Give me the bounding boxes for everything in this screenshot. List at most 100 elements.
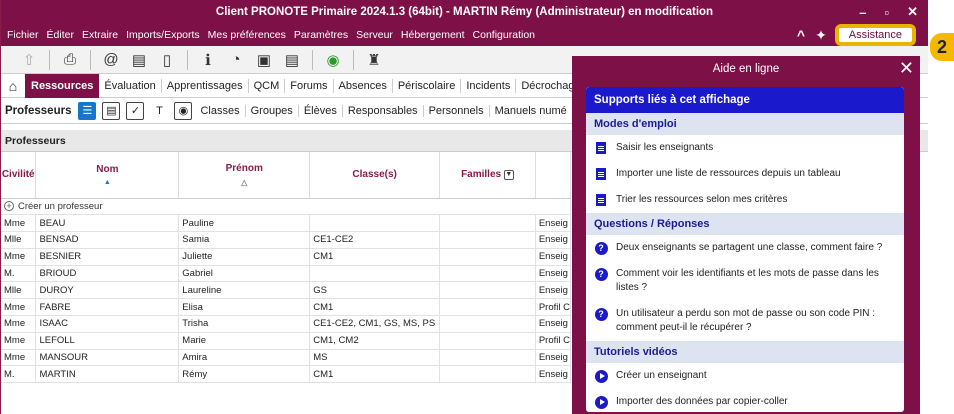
- create-teacher-label[interactable]: Créer un professeur: [18, 201, 102, 212]
- butterfly-icon[interactable]: ✦: [815, 27, 827, 44]
- tab-qcm[interactable]: QCM: [249, 78, 286, 93]
- toolbar-separator: [49, 49, 50, 70]
- menu-editer[interactable]: Éditer: [47, 29, 74, 41]
- print-icon[interactable]: ⎙: [56, 48, 84, 72]
- help-link[interactable]: Trier les ressources selon mes critères: [586, 187, 904, 213]
- cell-prenom: Amira: [178, 349, 311, 367]
- cell-nom: DUROY: [35, 281, 180, 300]
- cell-classes: CE1-CE2: [309, 231, 441, 249]
- menu-parametres[interactable]: Paramètres: [294, 29, 348, 41]
- menu-configuration[interactable]: Configuration: [473, 29, 535, 41]
- create-row[interactable]: + Créer un professeur: [1, 198, 571, 216]
- sub-tab-title[interactable]: Professeurs: [5, 105, 71, 117]
- tab-incidents[interactable]: Incidents: [461, 78, 517, 93]
- sub-link-personnels[interactable]: Personnels: [424, 104, 490, 117]
- cell-civilite: Mme: [1, 214, 37, 233]
- pie-chart-icon[interactable]: ◔: [222, 48, 250, 72]
- table-row[interactable]: Mme FABRE Elisa CM1 Profil C: [1, 298, 572, 317]
- table-row[interactable]: M. BRIOUD Gabriel Enseig: [1, 265, 572, 283]
- filter-dropdown-icon[interactable]: ▼: [503, 169, 514, 180]
- cell-prenom: Trisha: [178, 315, 311, 333]
- table-row[interactable]: Mlle BENSAD Samia CE1-CE2 Enseig: [1, 231, 572, 249]
- tab-evaluation[interactable]: Évaluation: [99, 78, 162, 93]
- cell-classes: GS: [309, 281, 441, 300]
- document-icon[interactable]: ▤: [125, 48, 153, 72]
- sub-link-manuels[interactable]: Manuels numé: [490, 104, 573, 117]
- col-classes[interactable]: Classe(s): [309, 152, 441, 199]
- menu-bar: Fichier Éditer Extraire Imports/Exports …: [1, 24, 928, 46]
- photo-icon[interactable]: ◉: [174, 101, 193, 120]
- col-nom[interactable]: Nom ▲: [35, 152, 180, 199]
- sub-link-responsables[interactable]: Responsables: [343, 104, 424, 117]
- sub-link-classes[interactable]: Classes: [195, 104, 246, 117]
- table-row[interactable]: M. MARTIN Rémy CM1 Enseig: [1, 365, 572, 384]
- table-row[interactable]: Mlle DUROY Laureline GS Enseig: [1, 281, 572, 300]
- home-icon[interactable]: ⌂: [1, 74, 25, 98]
- help-link[interactable]: Créer un enseignant: [586, 363, 904, 389]
- help-link[interactable]: Importer des données par copier-coller: [586, 389, 904, 412]
- id-card-icon[interactable]: ▤: [102, 101, 121, 120]
- tab-ressources[interactable]: Ressources: [25, 73, 100, 98]
- cell-classes: CM1: [309, 365, 441, 384]
- cell-prenom: Juliette: [178, 248, 311, 266]
- phone-icon[interactable]: ▯: [153, 48, 181, 72]
- help-link-label: Créer un enseignant: [616, 370, 707, 381]
- list-view-icon[interactable]: ☰: [78, 101, 97, 120]
- menu-hebergement[interactable]: Hébergement: [401, 29, 465, 41]
- tab-apprentissages[interactable]: Apprentissages: [162, 78, 249, 93]
- upload-icon[interactable]: ⇧: [15, 48, 43, 72]
- status-icon[interactable]: ◉: [319, 48, 347, 72]
- tools-icon[interactable]: T: [150, 102, 168, 120]
- tab-periscolaire[interactable]: Périscolaire: [393, 78, 462, 93]
- cell-civilite: Mme: [1, 298, 37, 317]
- table-row[interactable]: Mme BESNIER Juliette CM1 Enseig: [1, 248, 572, 266]
- cell-profil: Enseig: [535, 231, 572, 249]
- info-icon[interactable]: ℹ: [194, 48, 222, 72]
- plus-icon: +: [4, 200, 14, 211]
- toolbar-separator: [353, 49, 354, 70]
- help-link[interactable]: ? Un utilisateur a perdu son mot de passe…: [586, 301, 904, 341]
- chat-icon[interactable]: ▣: [250, 48, 278, 72]
- menu-fichier[interactable]: Fichier: [7, 29, 39, 41]
- table-row[interactable]: Mme MANSOUR Amira MS Enseig: [1, 349, 572, 367]
- help-link[interactable]: Importer une liste de ressources depuis …: [586, 161, 904, 187]
- minimize-button[interactable]: –: [859, 5, 866, 20]
- menu-mes-preferences[interactable]: Mes préférences: [208, 29, 286, 41]
- close-window-button[interactable]: ✕: [907, 4, 918, 20]
- table-row[interactable]: Mme LEFOLL Marie CM1, CM2 Profil C: [1, 332, 572, 350]
- cell-nom: MANSOUR: [35, 349, 180, 367]
- help-link-label: Importer une liste de ressources depuis …: [616, 168, 841, 179]
- menu-extraire[interactable]: Extraire: [82, 29, 118, 41]
- help-link[interactable]: Saisir les enseignants: [586, 135, 904, 161]
- table-row[interactable]: Mme ISAAC Trisha CE1-CE2, CM1, GS, MS, PS En…: [1, 315, 572, 333]
- cell-classes: MS: [309, 349, 441, 367]
- chevron-up-icon[interactable]: ^: [797, 27, 805, 43]
- help-banner: Supports liés à cet affichage: [586, 87, 904, 113]
- cell-prenom: Samia: [178, 231, 311, 249]
- close-icon[interactable]: ✕: [899, 58, 914, 79]
- cell-prenom: Elisa: [178, 298, 311, 317]
- menu-imports-exports[interactable]: Imports/Exports: [126, 29, 200, 41]
- question-icon: ?: [594, 307, 608, 321]
- tab-absences[interactable]: Absences: [334, 78, 393, 93]
- tab-forums[interactable]: Forums: [285, 78, 334, 93]
- sub-link-groupes[interactable]: Groupes: [246, 104, 299, 117]
- form-icon[interactable]: ▤: [278, 48, 306, 72]
- help-link[interactable]: ? Comment voir les identifiants et les mo…: [586, 261, 904, 301]
- table-row[interactable]: Mme BEAU Pauline Enseig: [1, 214, 572, 233]
- building-icon[interactable]: ♜: [360, 48, 388, 72]
- col-civilite[interactable]: Civilité: [1, 152, 37, 199]
- cell-nom: LEFOLL: [35, 332, 180, 350]
- maximize-button[interactable]: ▫: [884, 5, 889, 20]
- checkbox-icon[interactable]: ✓: [126, 101, 145, 120]
- assistance-button[interactable]: Assistance: [836, 26, 914, 44]
- email-icon[interactable]: @: [97, 48, 125, 72]
- col-familles[interactable]: Familles ▼: [439, 152, 536, 199]
- question-icon: ?: [594, 267, 608, 281]
- help-link[interactable]: ? Deux enseignants se partagent une class…: [586, 235, 904, 261]
- menu-serveur[interactable]: Serveur: [356, 29, 393, 41]
- col-prenom[interactable]: Prénom △: [178, 152, 311, 199]
- sub-link-eleves[interactable]: Élèves: [299, 104, 343, 117]
- cell-profil: Profil C: [535, 332, 572, 350]
- col-profil[interactable]: [535, 152, 572, 199]
